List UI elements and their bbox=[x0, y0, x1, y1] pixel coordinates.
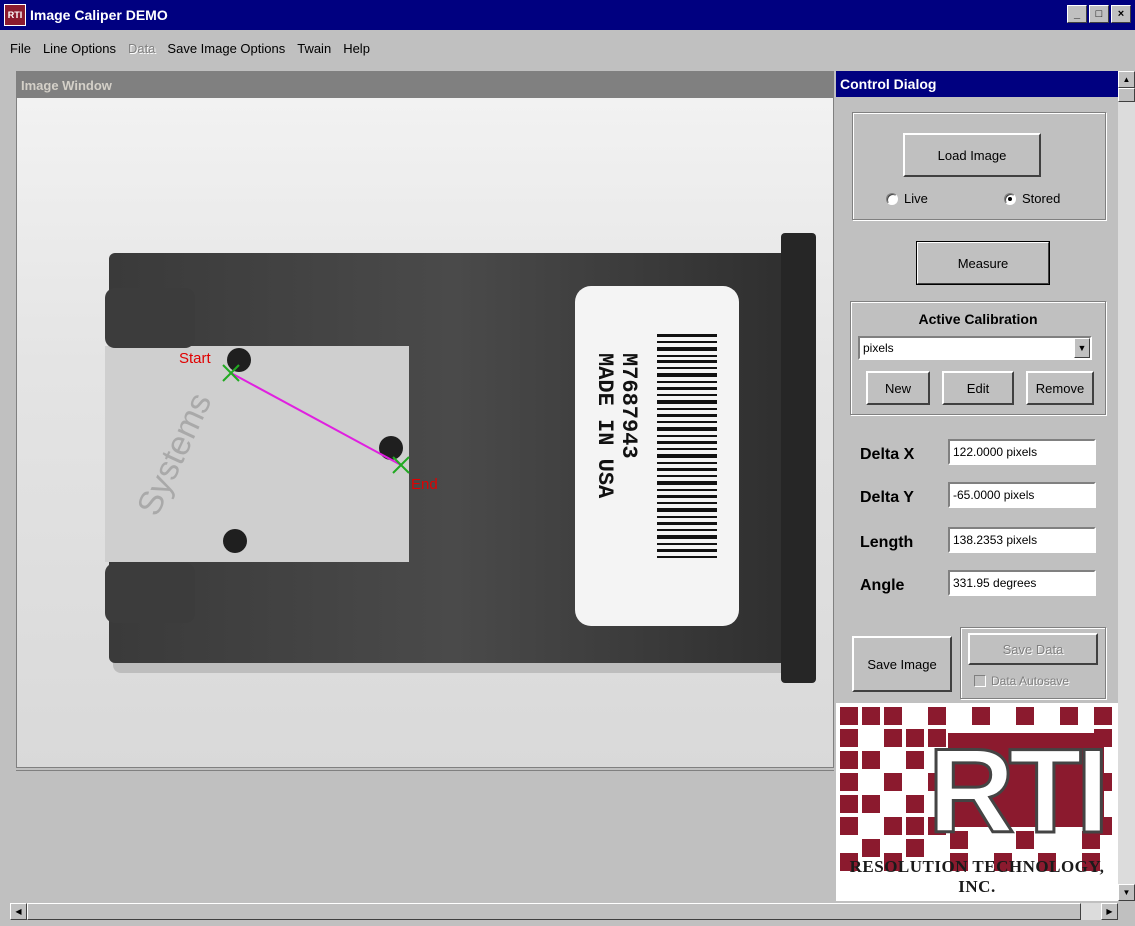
window-title: Image Caliper DEMO bbox=[30, 7, 168, 23]
status-area bbox=[16, 770, 834, 890]
live-radio-label: Live bbox=[904, 191, 928, 206]
calibration-select-value: pixels bbox=[863, 341, 894, 355]
menu-bar: File Line Options Data Save Image Option… bbox=[0, 36, 1135, 60]
new-calibration-button[interactable]: New bbox=[866, 371, 930, 405]
clip-top bbox=[105, 288, 195, 348]
photo-svg: Systems M7687943 MADE IN USA Start End bbox=[105, 233, 816, 683]
chevron-down-icon[interactable]: ▼ bbox=[1074, 338, 1090, 358]
scroll-right-icon[interactable]: ▶ bbox=[1101, 903, 1118, 920]
vertical-scroll-thumb[interactable] bbox=[1118, 88, 1135, 102]
remove-calibration-button[interactable]: Remove bbox=[1026, 371, 1094, 405]
image-window-title: Image Window bbox=[17, 72, 833, 98]
menu-data: Data bbox=[127, 40, 156, 56]
clip-bottom bbox=[105, 563, 195, 623]
horizontal-scroll-thumb[interactable] bbox=[27, 903, 1081, 920]
live-radio-dot[interactable] bbox=[886, 192, 898, 205]
image-canvas[interactable]: Systems M7687943 MADE IN USA Start End bbox=[17, 98, 833, 767]
barcode-number: M7687943 bbox=[616, 353, 641, 459]
calibration-select[interactable]: pixels ▼ bbox=[858, 336, 1092, 360]
hole-2 bbox=[379, 436, 403, 460]
data-autosave-label: Data Autosave bbox=[991, 674, 1070, 688]
scroll-up-icon[interactable]: ▲ bbox=[1118, 71, 1135, 88]
card-connector bbox=[781, 233, 816, 683]
stored-radio-dot[interactable] bbox=[1004, 192, 1016, 205]
menu-help[interactable]: Help bbox=[337, 41, 376, 56]
length-label: Length bbox=[860, 534, 914, 551]
start-label: Start bbox=[179, 350, 212, 367]
measure-button[interactable]: Measure bbox=[916, 241, 1050, 285]
window-controls: _ □ × bbox=[1067, 5, 1131, 23]
title-bar: RTI Image Caliper DEMO _ □ × bbox=[0, 0, 1135, 30]
stored-radio-label: Stored bbox=[1022, 191, 1061, 206]
scroll-down-icon[interactable]: ▼ bbox=[1118, 884, 1135, 901]
angle-label: Angle bbox=[860, 577, 905, 594]
calibration-heading: Active Calibration bbox=[918, 311, 1038, 327]
edit-calibration-button[interactable]: Edit bbox=[942, 371, 1014, 405]
logo-letters: RTI bbox=[926, 724, 1110, 858]
image-window: Image Window Systems M7687943 MADE IN US… bbox=[16, 71, 834, 768]
menu-twain[interactable]: Twain bbox=[291, 41, 337, 56]
company-logo: RTI RESOLUTION TECHNOLOGY, INC. bbox=[836, 703, 1118, 901]
menu-save-image-options[interactable]: Save Image Options bbox=[161, 41, 291, 56]
delta-x-field[interactable]: 122.0000 pixels bbox=[948, 439, 1096, 465]
data-autosave-checkbox: Data Autosave bbox=[974, 674, 1069, 688]
close-button[interactable]: × bbox=[1111, 5, 1131, 23]
end-label: End bbox=[411, 476, 438, 493]
app-icon[interactable]: RTI bbox=[4, 4, 26, 26]
minimize-button[interactable]: _ bbox=[1067, 5, 1087, 23]
delta-y-field[interactable]: -65.0000 pixels bbox=[948, 482, 1096, 508]
live-radio[interactable]: Live bbox=[886, 191, 928, 206]
data-autosave-box bbox=[974, 675, 986, 687]
control-dialog: Control Dialog Load Image Live Stored Me… bbox=[836, 71, 1118, 901]
menu-line-options[interactable]: Line Options bbox=[37, 41, 122, 56]
made-in-text: MADE IN USA bbox=[592, 353, 617, 499]
stored-radio[interactable]: Stored bbox=[1004, 191, 1060, 206]
horizontal-scrollbar[interactable]: ◀ ▶ bbox=[10, 903, 1118, 920]
control-dialog-title: Control Dialog bbox=[836, 71, 1118, 97]
load-image-button[interactable]: Load Image bbox=[903, 133, 1041, 177]
scroll-left-icon[interactable]: ◀ bbox=[10, 903, 27, 920]
hole-1 bbox=[227, 348, 251, 372]
logo-company-name: RESOLUTION TECHNOLOGY, INC. bbox=[849, 857, 1105, 896]
length-field[interactable]: 138.2353 pixels bbox=[948, 527, 1096, 553]
vertical-scrollbar[interactable]: ▲ ▼ bbox=[1118, 71, 1135, 901]
angle-field[interactable]: 331.95 degrees bbox=[948, 570, 1096, 596]
save-data-button: Save Data bbox=[968, 633, 1098, 665]
delta-y-label: Delta Y bbox=[860, 489, 914, 506]
delta-x-label: Delta X bbox=[860, 446, 915, 463]
menu-file[interactable]: File bbox=[4, 41, 37, 56]
maximize-button[interactable]: □ bbox=[1089, 5, 1109, 23]
save-image-button[interactable]: Save Image bbox=[852, 636, 952, 692]
card-window bbox=[105, 346, 409, 562]
hole-3 bbox=[223, 529, 247, 553]
